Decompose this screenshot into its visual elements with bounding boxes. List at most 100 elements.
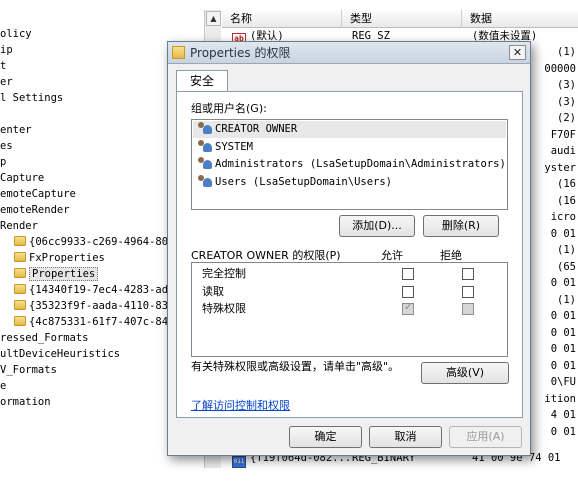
tree-item[interactable]: Render	[0, 218, 38, 234]
tree-item[interactable]: e	[0, 378, 6, 394]
value-data-fragment: (65	[557, 260, 576, 273]
permissions-for-label: CREATOR OWNER 的权限(P)	[191, 249, 341, 262]
tree-item[interactable]: enter	[0, 122, 32, 138]
add-button[interactable]: 添加(D)...	[339, 215, 415, 237]
tree-item[interactable]: {06cc9933-c269-4964-802d	[14, 234, 181, 250]
tree-item[interactable]: es	[0, 138, 13, 154]
value-data-fragment: 0 01	[550, 227, 576, 240]
user-name: SYSTEM	[215, 140, 253, 153]
remove-button[interactable]: 删除(R)	[423, 215, 499, 237]
value-data-fragment: F70F	[550, 128, 576, 141]
tree-item[interactable]: FxProperties	[14, 250, 105, 266]
permission-name: 特殊权限	[202, 302, 246, 315]
binary-value-icon: 011	[232, 456, 246, 468]
value-data-fragment: (2)	[557, 112, 576, 124]
folder-icon	[14, 300, 26, 310]
folder-icon	[14, 284, 26, 294]
tree-item[interactable]: emoteCapture	[0, 186, 76, 202]
tree-item-label: t	[0, 60, 7, 72]
tree-item[interactable]: ormation	[0, 394, 51, 410]
tree-item[interactable]: ip	[0, 42, 13, 58]
value-data-fragment: 0\FU	[550, 376, 576, 388]
tree-item[interactable]: l Settings	[0, 90, 63, 106]
tree-item-label: {06cc9933-c269-4964-802d	[29, 236, 181, 248]
apply-button[interactable]: 应用(A)	[449, 426, 522, 448]
value-data-fragment: ition	[544, 392, 576, 405]
allow-checkbox[interactable]	[402, 302, 414, 315]
folder-icon	[14, 268, 26, 278]
dialog-titlebar[interactable]: Properties 的权限 ✕	[168, 42, 530, 64]
user-group-icon	[197, 174, 213, 187]
value-data-fragment: icro	[550, 211, 576, 223]
values-header: 名称 类型 数据	[222, 10, 578, 28]
tree-item[interactable]: {35323f9f-aada-4110-8365	[14, 298, 181, 314]
cancel-button[interactable]: 取消	[369, 426, 442, 448]
advanced-hint-text: 有关特殊权限或高级设置，请单击"高级"。	[191, 360, 400, 373]
user-list-item[interactable]: Administrators (LsaSetupDomain\Administr…	[193, 156, 506, 173]
value-data-fragment: yster	[544, 161, 576, 174]
permissions-dialog: Properties 的权限 ✕ 安全 组或用户名(G): CREATOR OW…	[167, 41, 531, 456]
tree-item[interactable]: p	[0, 154, 6, 170]
close-button[interactable]: ✕	[509, 45, 526, 60]
column-data-header[interactable]: 数据	[462, 10, 578, 28]
value-data-fragment: 0 01	[550, 326, 576, 339]
tree-item[interactable]: er	[0, 74, 13, 90]
user-group-icon	[197, 139, 213, 152]
tree-item-label: es	[0, 140, 13, 152]
deny-checkbox[interactable]	[462, 268, 474, 280]
deny-checkbox[interactable]	[462, 285, 474, 298]
tree-item[interactable]: ultDeviceHeuristics	[0, 346, 120, 362]
value-data-fragment: 4 01	[550, 409, 576, 421]
tree-item[interactable]: {4c875331-61f7-407c-8461	[14, 314, 181, 330]
tree-item[interactable]: emoteRender	[0, 202, 70, 218]
tree-item-label: Properties	[29, 267, 99, 281]
user-group-icon	[197, 122, 213, 134]
user-list-item[interactable]: Users (LsaSetupDomain\Users)	[193, 174, 506, 191]
tree-item-label: {4c875331-61f7-407c-8461	[29, 316, 181, 328]
user-name: Users (LsaSetupDomain\Users)	[215, 175, 393, 188]
deny-header: 拒绝	[440, 249, 462, 262]
tree-item-label: ip	[0, 44, 13, 56]
advanced-button[interactable]: 高级(V)	[421, 362, 509, 384]
column-name-header[interactable]: 名称	[222, 10, 342, 28]
column-type-header[interactable]: 类型	[342, 10, 462, 28]
value-data-fragment: 0 01	[550, 343, 576, 355]
tree-item[interactable]: olicy	[0, 26, 32, 42]
value-data-fragment: audi	[550, 145, 576, 157]
value-data-fragment: (16	[557, 178, 576, 190]
tree-item[interactable]: ressed_Formats	[0, 330, 89, 346]
tree-item-label: emoteCapture	[0, 188, 76, 200]
value-data-fragment: (16	[557, 194, 576, 207]
tab-security[interactable]: 安全	[176, 70, 228, 92]
help-link[interactable]: 了解访问控制和权限	[191, 397, 290, 413]
tree-item-label: ultDeviceHeuristics	[0, 348, 121, 360]
deny-checkbox[interactable]	[462, 303, 474, 315]
folder-icon	[172, 46, 185, 59]
value-data-fragment: 0 01	[550, 359, 576, 372]
tree-item-label: olicy	[0, 28, 32, 40]
user-list[interactable]: CREATOR OWNER SYSTEM Administrators (LsaSe…	[191, 119, 508, 210]
tree-item-label: {35323f9f-aada-4110-8365	[29, 300, 181, 312]
group-or-user-label: 组或用户名(G):	[191, 102, 267, 115]
value-data-fragment: 0 01	[550, 277, 576, 289]
tree-item[interactable]: V_Formats	[0, 362, 57, 378]
tree-item-label: {14340f19-7ec4-4283-ad1d	[29, 284, 181, 296]
tree-item[interactable]: {14340f19-7ec4-4283-ad1d	[14, 282, 181, 298]
tree-item[interactable]: Capture	[0, 170, 44, 186]
allow-checkbox[interactable]	[402, 268, 414, 280]
permission-name: 完全控制	[202, 267, 246, 280]
scroll-up-arrow-icon[interactable]: ▲	[206, 11, 221, 26]
user-name: CREATOR OWNER	[215, 123, 298, 135]
allow-header: 允许	[381, 249, 403, 262]
permissions-list: 完全控制 读取 特殊权限	[191, 262, 508, 357]
user-group-icon	[197, 157, 213, 169]
user-list-item[interactable]: CREATOR OWNER	[193, 121, 506, 138]
allow-checkbox[interactable]	[402, 285, 414, 298]
tree-item-label: e	[0, 380, 7, 392]
ok-button[interactable]: 确定	[289, 426, 362, 448]
tree-item[interactable]: Properties	[14, 266, 99, 282]
tree-item[interactable]: t	[0, 58, 6, 74]
dialog-title: Properties 的权限	[190, 46, 291, 60]
user-list-item[interactable]: SYSTEM	[193, 139, 506, 156]
folder-icon	[14, 236, 26, 246]
